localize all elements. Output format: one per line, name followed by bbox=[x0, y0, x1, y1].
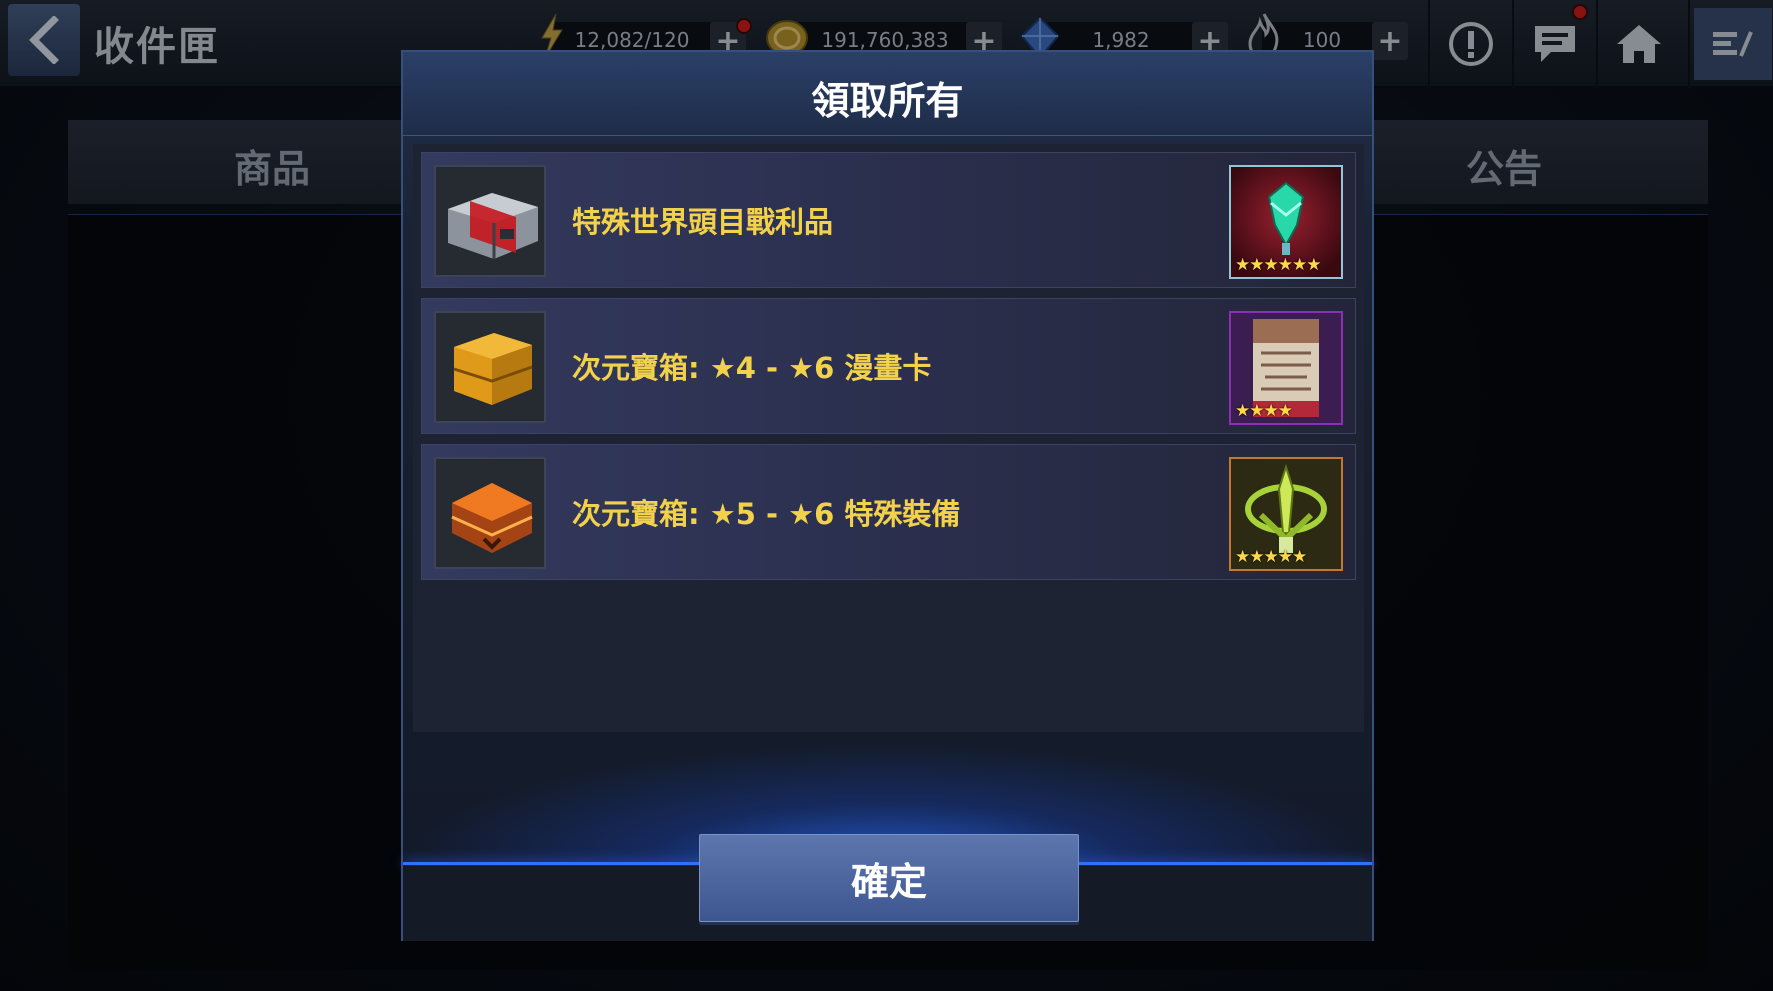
reward-label: 次元寶箱: ★5 - ★6 特殊裝備 bbox=[572, 497, 961, 531]
reward-label: 特殊世界頭目戰利品 bbox=[572, 205, 834, 239]
gold-chest-icon bbox=[434, 311, 546, 423]
green-emblem-icon[interactable]: ★★★★★★ bbox=[1229, 165, 1343, 279]
gear-trophy-icon[interactable]: ★★★★★ bbox=[1229, 457, 1343, 571]
dialog-header: 領取所有 bbox=[403, 52, 1372, 136]
red-chest-icon bbox=[434, 165, 546, 277]
dialog-title: 領取所有 bbox=[811, 79, 964, 123]
comic-card-icon[interactable]: ★★★★ bbox=[1229, 311, 1343, 425]
claim-all-dialog: 領取所有 特殊世界頭目戰利品 ★★★★★★ 次元寶箱: ★4 - ★6 漫畫卡 … bbox=[401, 50, 1374, 941]
list-item: 特殊世界頭目戰利品 ★★★★★★ bbox=[421, 152, 1356, 288]
confirm-button-label: 確定 bbox=[850, 859, 927, 904]
confirm-button[interactable]: 確定 bbox=[699, 834, 1079, 922]
star-rating: ★★★★ bbox=[1235, 401, 1293, 421]
reward-list: 特殊世界頭目戰利品 ★★★★★★ 次元寶箱: ★4 - ★6 漫畫卡 ★★★★ … bbox=[413, 144, 1364, 732]
star-rating: ★★★★★★ bbox=[1235, 255, 1321, 275]
list-item: 次元寶箱: ★4 - ★6 漫畫卡 ★★★★ bbox=[421, 298, 1356, 434]
reward-label: 次元寶箱: ★4 - ★6 漫畫卡 bbox=[572, 351, 932, 385]
orange-chest-icon bbox=[434, 457, 546, 569]
list-item: 次元寶箱: ★5 - ★6 特殊裝備 ★★★★★ bbox=[421, 444, 1356, 580]
star-rating: ★★★★★ bbox=[1235, 547, 1307, 567]
